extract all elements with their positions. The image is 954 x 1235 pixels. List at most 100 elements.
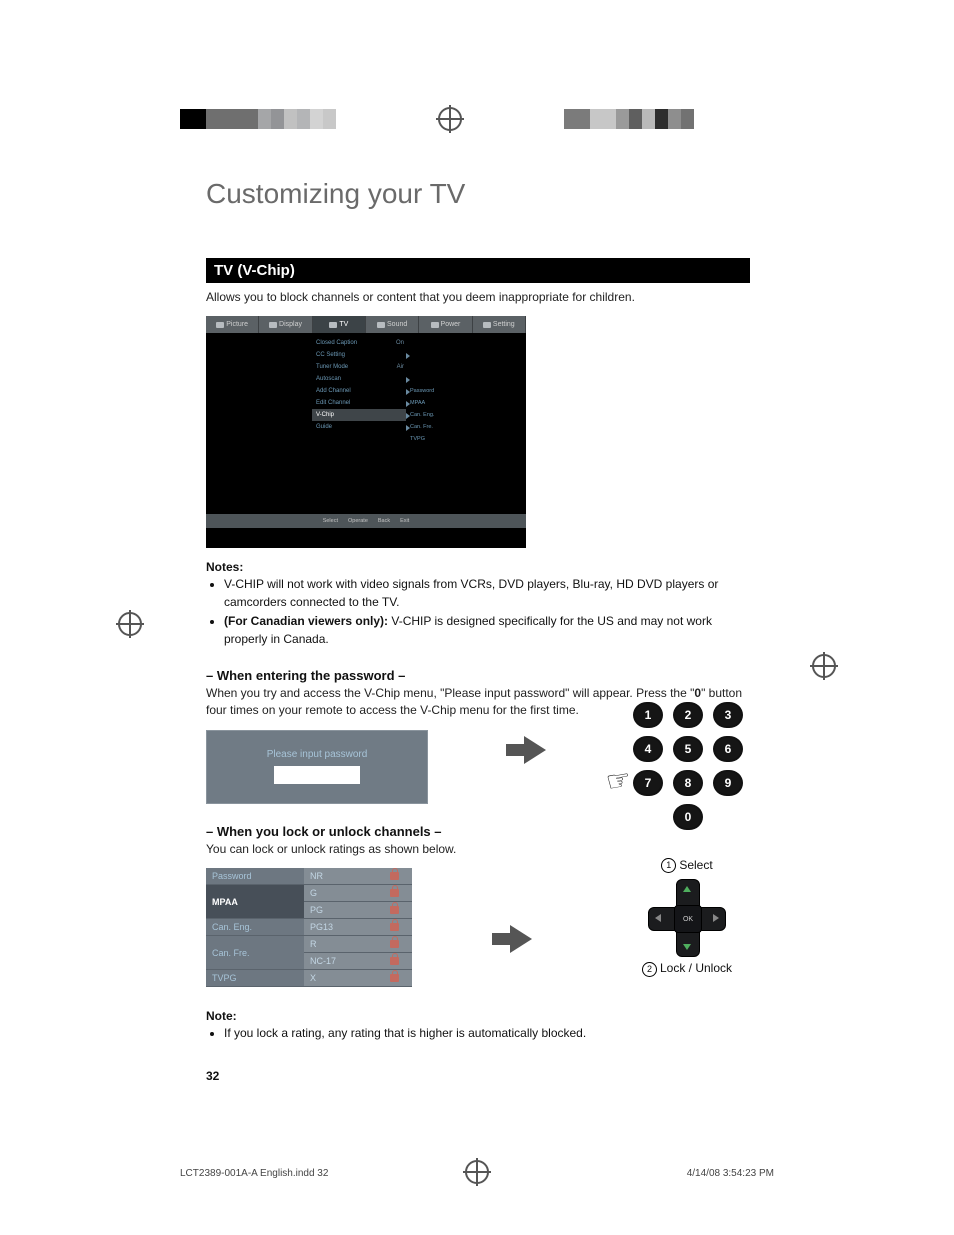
rating-cell: R [304,936,377,953]
dpad-label-select: 1Select [628,858,746,873]
registration-mark-icon [438,107,462,131]
osd-tab-tv: TV [313,316,366,333]
arrow-right-icon [510,925,532,953]
keypad-4: 4 [633,736,663,762]
keypad-7: 7 [633,770,663,796]
triangle-right-icon [713,914,719,922]
picture-icon [216,322,224,328]
registration-mark-left [118,612,142,636]
rating-cell: NR [304,868,377,885]
display-icon [269,322,277,328]
password-input-field [274,766,360,784]
remote-dpad-diagram: 1Select OK 2Lock / Unlock [628,858,746,977]
rating-cell: G [304,885,377,902]
osd-tab-display: Display [259,316,312,333]
rating-cell: NC-17 [304,953,377,970]
osd-tab-sound: Sound [366,316,419,333]
osd-item: Edit Channel [312,397,406,409]
keypad-0: 0 [673,804,703,830]
dpad-up [676,879,700,907]
keypad-1: 1 [633,702,663,728]
setting-icon [483,322,491,328]
page-number: 32 [206,1069,750,1083]
power-icon [431,322,439,328]
osd-tab-power: Power [419,316,472,333]
note-item: (For Canadian viewers only): V-CHIP is d… [224,613,750,648]
osd-tabs: Picture Display TV Sound Power Setting [206,316,526,333]
notes-heading: Notes: [206,560,750,574]
intro-text: Allows you to block channels or content … [206,289,750,306]
triangle-down-icon [683,944,691,950]
reg-block [206,109,258,129]
print-footer: LCT2389-001A-A English.indd 32 4/14/08 3… [180,1168,774,1179]
osd-body: Closed CaptionOn CC Setting Tuner ModeAi… [206,333,526,528]
pointing-hand-icon: ☞ [603,762,633,799]
footer-registration-mark [465,1160,489,1187]
osd-sub-item: Can. Fre. [408,421,442,433]
keypad-6: 6 [713,736,743,762]
lock-icon [390,889,399,897]
circled-1-icon: 1 [661,858,676,873]
tv-icon [329,322,337,328]
osd-tab-picture: Picture [206,316,259,333]
lock-icon [390,906,399,914]
registration-bar-top [180,108,774,130]
lock-icon [390,974,399,982]
lock-paragraph: You can lock or unlock ratings as shown … [206,841,750,858]
keypad-8: 8 [673,770,703,796]
dpad-right [698,907,726,931]
reg-tiles [258,109,336,129]
notes-list: V-CHIP will not work with video signals … [206,576,750,648]
lock-left-item: Password [206,868,304,885]
registration-mark-right [812,654,836,678]
password-dialog-text: Please input password [267,749,368,760]
lock-icon [390,923,399,931]
note2-heading: Note: [206,1009,750,1023]
osd-screenshot: Picture Display TV Sound Power Setting C… [206,316,526,548]
lock-icon [390,940,399,948]
triangle-up-icon [683,886,691,892]
lock-left-item-selected: MPAA [206,885,304,919]
reg-block [180,109,206,129]
password-dialog: Please input password [206,730,428,804]
keypad-9: 9 [713,770,743,796]
note2-list: If you lock a rating, any rating that is… [206,1025,750,1042]
osd-sub-item: TVPG [408,433,442,445]
osd-footer-hints: SelectOperateBackExit [206,514,526,528]
osd-item: Autoscan [312,373,406,385]
lock-icon [390,872,399,880]
page-title: Customizing your TV [206,178,750,210]
osd-sub-item: Can. Eng. [408,409,442,421]
arrow-right-icon [524,736,546,764]
footer-left: LCT2389-001A-A English.indd 32 [180,1168,328,1179]
keypad-5: 5 [673,736,703,762]
dpad-left [648,907,676,931]
osd-item: Closed CaptionOn [312,337,406,349]
osd-sub-item: MPAA [408,397,442,409]
rating-cell: PG13 [304,919,377,936]
reg-tiles [564,109,694,129]
section-header: TV (V-Chip) [206,258,750,283]
osd-menu-list: Closed CaptionOn CC Setting Tuner ModeAi… [312,337,406,433]
remote-keypad: 123 456 789 0 [632,702,744,838]
osd-tab-setting: Setting [473,316,526,333]
lock-left-item: Can. Fre. [206,936,304,970]
dpad: OK [648,879,726,957]
subheading-password: – When entering the password – [206,668,750,683]
keypad-2: 2 [673,702,703,728]
lock-left-item: TVPG [206,970,304,987]
note-item: V-CHIP will not work with video signals … [224,576,750,611]
osd-item: Tuner ModeAir [312,361,406,373]
rating-cell: PG [304,902,377,919]
manual-page: Customizing your TV TV (V-Chip) Allows y… [0,0,954,1235]
dpad-down [676,929,700,957]
footer-right: 4/14/08 3:54:23 PM [687,1168,774,1179]
dpad-ok: OK [674,905,702,933]
osd-item: Guide [312,421,406,433]
osd-item-selected: V-Chip [312,409,406,421]
circled-2-icon: 2 [642,962,657,977]
note-item: If you lock a rating, any rating that is… [224,1025,750,1042]
dpad-label-lockunlock: 2Lock / Unlock [628,961,746,976]
keypad-3: 3 [713,702,743,728]
rating-cell: X [304,970,377,987]
